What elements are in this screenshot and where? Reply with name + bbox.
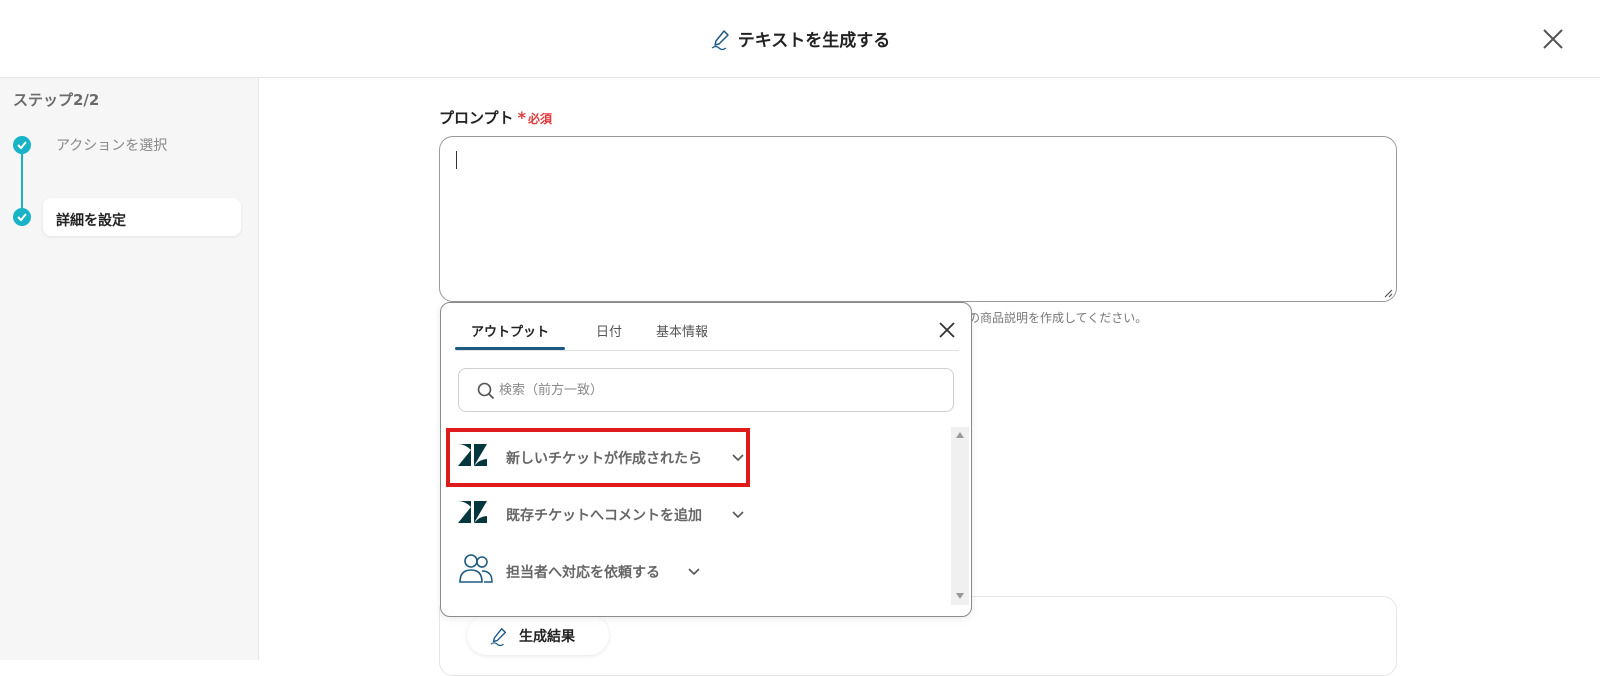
- picker-tabs: アウトプット 日付 基本情報: [455, 303, 959, 351]
- tab-date[interactable]: 日付: [596, 321, 622, 340]
- step-counter: ステップ2/2: [13, 91, 100, 109]
- steps-sidebar: ステップ2/2 アクションを選択 詳細を設定: [0, 78, 259, 660]
- scroll-up-icon[interactable]: [956, 432, 964, 438]
- result-tab[interactable]: 生成結果: [467, 615, 609, 655]
- prompt-textarea[interactable]: [439, 136, 1397, 302]
- text-caret: [456, 151, 457, 169]
- step-1-label[interactable]: アクションを選択: [56, 135, 167, 155]
- chevron-down-icon[interactable]: [732, 454, 744, 462]
- tab-basic-info[interactable]: 基本情報: [656, 321, 708, 340]
- prompt-label-text: プロンプト: [439, 109, 514, 127]
- list-item-add-comment[interactable]: 既存チケットへコメントを追加: [458, 496, 748, 532]
- required-text: 必須: [527, 112, 552, 126]
- item-label: 担当者へ対応を依頼する: [506, 565, 660, 581]
- output-list: 新しいチケットが作成されたら 既存チケットへコメントを追加 担当者へ対応を依頼す…: [441, 427, 957, 605]
- zendesk-icon: [458, 444, 487, 466]
- step-connector: [21, 146, 23, 216]
- result-label: 生成結果: [519, 629, 575, 645]
- modal-title: テキストを生成する: [737, 31, 891, 51]
- step-2-label: 詳細を設定: [56, 213, 126, 229]
- tab-output[interactable]: アウトプット: [471, 321, 549, 340]
- list-scrollbar[interactable]: [951, 427, 969, 605]
- modal-title-wrap: テキストを生成する: [0, 26, 1600, 55]
- zendesk-icon: [458, 501, 487, 523]
- people-icon: [459, 554, 493, 583]
- modal-header: テキストを生成する: [0, 0, 1600, 78]
- step-1-check-icon: [13, 136, 31, 154]
- item-label: 既存チケットへコメントを追加: [506, 508, 702, 524]
- required-star: *: [517, 108, 526, 127]
- close-picker-icon[interactable]: [937, 320, 957, 340]
- search-icon: [477, 382, 495, 400]
- item-label: 新しいチケットが作成されたら: [506, 451, 702, 467]
- search-input[interactable]: [499, 379, 929, 401]
- prompt-hint: の商品説明を作成してください。: [968, 311, 1148, 325]
- step-2-check-icon: [13, 208, 31, 226]
- variable-picker-dropdown: アウトプット 日付 基本情報 新しいチケットが作成されたら 既存チケットへコメン…: [440, 302, 972, 617]
- step-2-card[interactable]: 詳細を設定: [43, 198, 241, 236]
- resize-grip-icon[interactable]: [1383, 288, 1393, 298]
- scroll-down-icon[interactable]: [956, 593, 964, 599]
- pen-icon: [710, 28, 732, 55]
- search-box: [458, 368, 954, 412]
- list-item-request-assignee[interactable]: 担当者へ対応を依頼する: [458, 553, 708, 589]
- chevron-down-icon[interactable]: [688, 568, 700, 576]
- prompt-label: プロンプト * 必須: [439, 107, 552, 128]
- active-tab-indicator: [455, 347, 565, 350]
- close-modal-icon[interactable]: [1540, 26, 1566, 52]
- list-item-new-ticket[interactable]: 新しいチケットが作成されたら: [458, 439, 748, 475]
- pen-icon: [489, 626, 509, 650]
- chevron-down-icon[interactable]: [732, 511, 744, 519]
